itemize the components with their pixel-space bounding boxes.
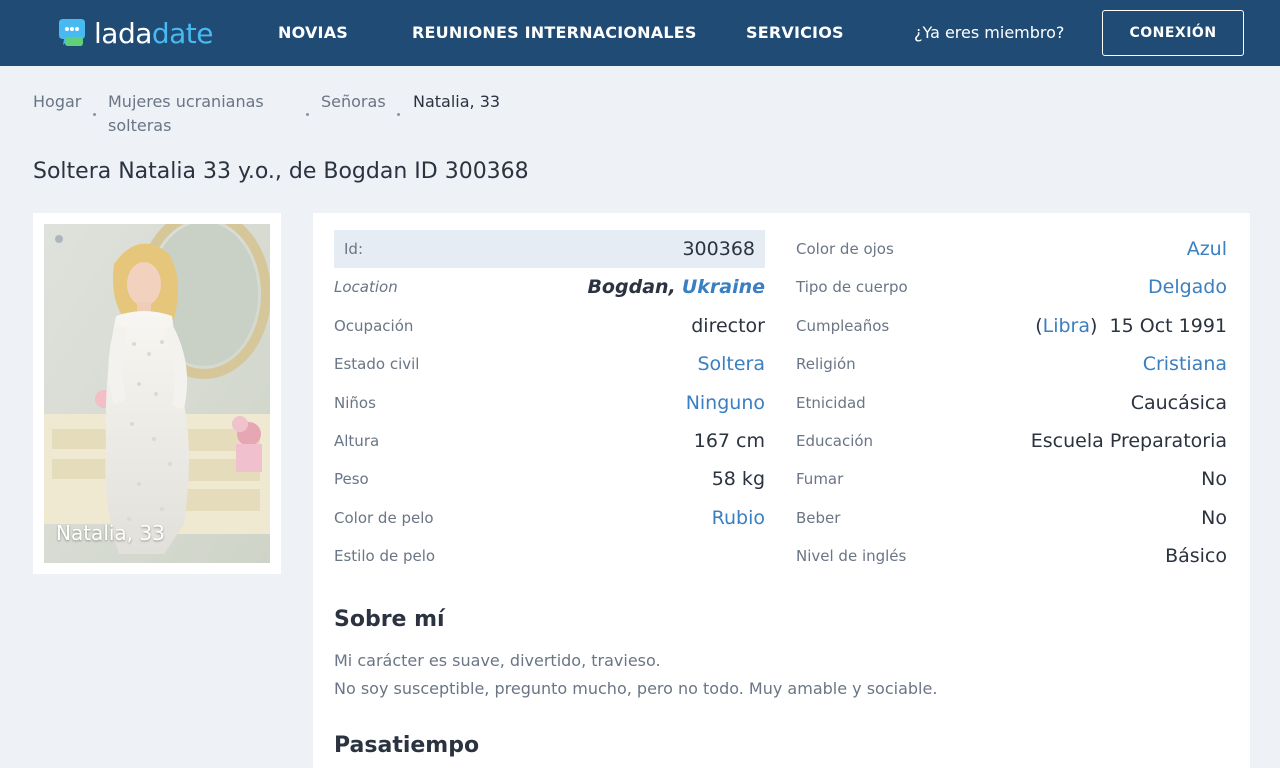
detail-label: Fumar [796,470,844,488]
zodiac-paren-open: ( [1035,315,1043,337]
detail-row-english-level: Nivel de inglés Básico [796,537,1227,575]
breadcrumb-separator [93,113,96,116]
about-text-line: Mi carácter es suave, divertido, travies… [334,651,661,670]
detail-value-link[interactable]: Ninguno [686,392,765,414]
detail-value-link[interactable]: Delgado [1148,276,1227,298]
hobbies-title: Pasatiempo [334,733,480,758]
detail-label: Peso [334,470,369,488]
breadcrumb-category-line2: solteras [108,116,172,135]
detail-label: Cumpleaños [796,317,890,335]
detail-label: Niños [334,394,376,412]
location-country-link[interactable]: Ukraine [682,276,765,298]
detail-label: Estado civil [334,355,420,373]
detail-row-birthday: Cumpleaños (Libra) 15 Oct 1991 [796,307,1227,345]
detail-value: 58 kg [711,468,765,490]
detail-row-education: Educación Escuela Preparatoria [796,422,1227,460]
detail-label: Tipo de cuerpo [796,278,908,296]
breadcrumb-separator [306,113,309,116]
breadcrumb-current: Natalia, 33 [413,92,501,111]
breadcrumb-category[interactable]: Mujeres ucranianas solteras [108,90,264,138]
member-question: ¿Ya eres miembro? [914,23,1065,42]
logo-text-part1: lada [94,16,152,50]
detail-row-religion: Religión Cristiana [796,345,1227,383]
detail-row-eye-color: Color de ojos Azul [796,230,1227,268]
detail-value-link[interactable]: Rubio [712,507,765,529]
detail-value-link[interactable]: Azul [1187,238,1227,260]
detail-label: Color de ojos [796,240,894,258]
detail-label: Beber [796,509,841,527]
nav-novias[interactable]: NOVIAS [278,23,348,42]
detail-value: No [1201,468,1227,490]
photo-caption: Natalia, 33 [56,521,165,545]
profile-details-panel: Id: 300368 Location Bogdan, Ukraine Ocup… [313,213,1250,768]
detail-row-hair-style: Estilo de pelo [334,537,765,575]
top-navbar: ladadate NOVIAS REUNIONES INTERNACIONALE… [0,0,1280,66]
detail-value-link[interactable]: Soltera [697,353,765,375]
nav-servicios[interactable]: SERVICIOS [746,23,844,42]
location-value: Bogdan, Ukraine [587,276,765,298]
detail-value: 167 cm [693,430,765,452]
birthday-value: (Libra) 15 Oct 1991 [1035,315,1227,337]
detail-row-marital-status: Estado civil Soltera [334,345,765,383]
logo-text: ladadate [94,16,214,50]
detail-label: Educación [796,432,874,450]
detail-label: Estilo de pelo [334,547,436,565]
breadcrumb-category-line1: Mujeres ucranianas [108,92,264,111]
chat-bubble-logo-icon [56,17,88,49]
detail-row-location: Location Bogdan, Ukraine [334,268,765,306]
detail-label: Etnicidad [796,394,866,412]
site-logo[interactable]: ladadate [56,15,214,51]
detail-label: Location [334,278,398,296]
detail-row-weight: Peso 58 kg [334,460,765,498]
detail-row-smoking: Fumar No [796,460,1227,498]
detail-label: Religión [796,355,856,373]
detail-row-ethnicity: Etnicidad Caucásica [796,384,1227,422]
about-title: Sobre mí [334,607,445,632]
login-button[interactable]: CONEXIÓN [1102,10,1244,56]
detail-row-id: Id: 300368 [334,230,765,268]
detail-row-occupation: Ocupación director [334,307,765,345]
logo-text-part2: date [151,16,214,50]
detail-row-height: Altura 167 cm [334,422,765,460]
breadcrumb-home[interactable]: Hogar [33,90,81,114]
breadcrumb-separator [397,113,400,116]
detail-label: Id: [344,240,363,258]
profile-photo-card: Natalia, 33 [33,213,281,574]
detail-value: director [691,315,765,337]
profile-id-value: 300368 [682,238,755,260]
detail-value: Básico [1165,545,1227,567]
about-text-line: No soy susceptible, pregunto mucho, pero… [334,679,938,698]
detail-row-hair-color: Color de pelo Rubio [334,499,765,537]
detail-label: Ocupación [334,317,414,335]
location-city: Bogdan, [587,276,676,298]
detail-value: No [1201,507,1227,529]
nav-reuniones-internacionales[interactable]: REUNIONES INTERNACIONALES [412,23,697,42]
detail-label: Altura [334,432,380,450]
detail-value-link[interactable]: Cristiana [1143,353,1227,375]
profile-photo-illustration [44,224,270,563]
detail-label: Nivel de inglés [796,547,907,565]
detail-row-body-type: Tipo de cuerpo Delgado [796,268,1227,306]
detail-value: Caucásica [1130,392,1227,414]
page-title: Soltera Natalia 33 y.o., de Bogdan ID 30… [33,159,529,184]
birthday-date: 15 Oct 1991 [1109,315,1227,337]
zodiac-paren-close: ) [1090,315,1098,337]
detail-value: Escuela Preparatoria [1030,430,1227,452]
profile-photo[interactable]: Natalia, 33 [44,224,270,563]
breadcrumb-ladies[interactable]: Señoras [321,90,386,114]
detail-row-drinking: Beber No [796,499,1227,537]
detail-label: Color de pelo [334,509,434,527]
detail-row-children: Niños Ninguno [334,384,765,422]
zodiac-link[interactable]: Libra [1043,315,1090,337]
